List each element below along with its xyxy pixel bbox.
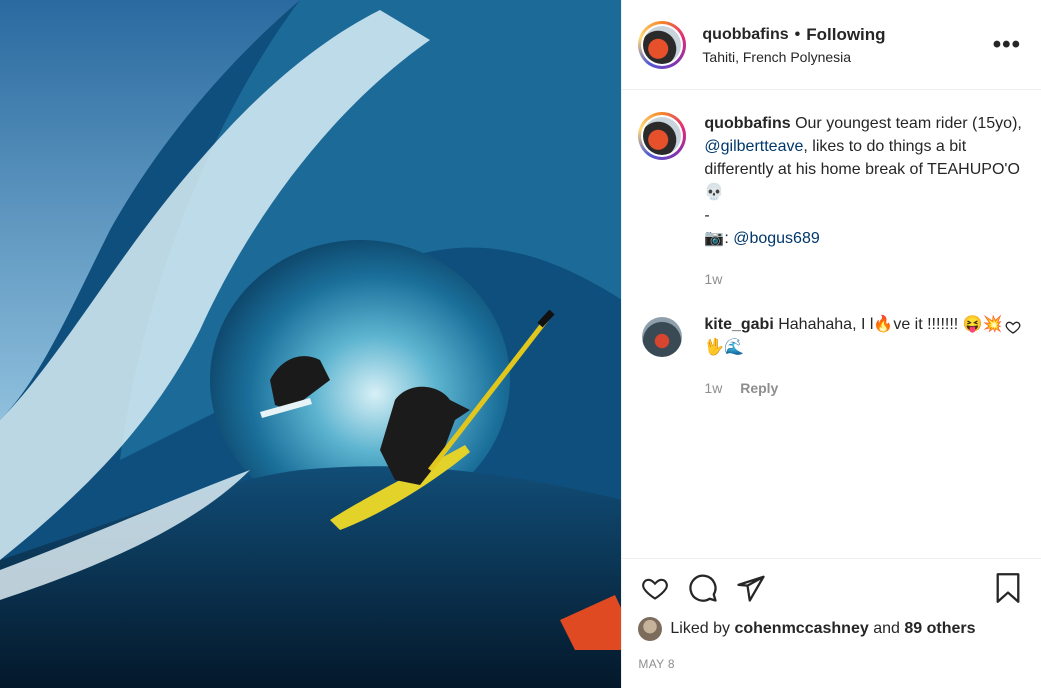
caption-mention[interactable]: @gilbertteave: [704, 138, 803, 155]
caption-avatar[interactable]: [638, 112, 687, 160]
more-options-icon[interactable]: •••: [989, 31, 1025, 59]
likes-others-link[interactable]: 89 others: [904, 620, 975, 638]
separator-dot: •: [794, 25, 801, 43]
comments-section: quobbafins Our youngest team rider (15yo…: [622, 90, 1041, 558]
share-icon[interactable]: [734, 571, 768, 605]
comment-icon[interactable]: [686, 571, 720, 605]
caption-text-before: Our youngest team rider (15yo),: [795, 115, 1022, 132]
post-location[interactable]: Tahiti, French Polynesia: [702, 49, 988, 65]
following-button[interactable]: Following: [806, 25, 885, 45]
profile-avatar[interactable]: [638, 20, 687, 69]
heart-icon[interactable]: [638, 571, 672, 605]
comment-item: kite_gabi Hahahaha, I l🔥ve it !!!!!!! 😝💥…: [638, 313, 1025, 400]
author-username[interactable]: quobbafins: [702, 26, 788, 44]
post-side-panel: quobbafins • Following Tahiti, French Po…: [621, 0, 1041, 688]
commenter-username[interactable]: kite_gabi: [704, 316, 773, 333]
photo-credit-link[interactable]: @bogus689: [733, 230, 820, 247]
caption: quobbafins Our youngest team rider (15yo…: [638, 112, 1025, 291]
comment-heart-icon[interactable]: [1005, 319, 1025, 340]
caption-time[interactable]: 1w: [704, 271, 722, 287]
post-date[interactable]: MAY 8: [638, 657, 1025, 671]
post-actions: Liked by cohenmccashney and 89 others MA…: [622, 558, 1041, 688]
likes-prefix: Liked by: [670, 620, 730, 637]
surf-photo-illustration: [0, 0, 622, 688]
post-header: quobbafins • Following Tahiti, French Po…: [622, 0, 1041, 90]
bookmark-icon[interactable]: [991, 571, 1025, 605]
likes-summary: Liked by cohenmccashney and 89 others: [638, 617, 1025, 641]
commenter-avatar[interactable]: [642, 317, 683, 357]
likes-conjunction: and: [873, 620, 900, 637]
liker-avatar[interactable]: [638, 617, 663, 641]
caption-username[interactable]: quobbafins: [704, 115, 790, 132]
liker-username[interactable]: cohenmccashney: [734, 620, 868, 638]
reply-button[interactable]: Reply: [740, 380, 778, 396]
post-photo[interactable]: [0, 0, 622, 688]
comment-time[interactable]: 1w: [704, 380, 722, 396]
post: quobbafins • Following Tahiti, French Po…: [0, 0, 1041, 688]
